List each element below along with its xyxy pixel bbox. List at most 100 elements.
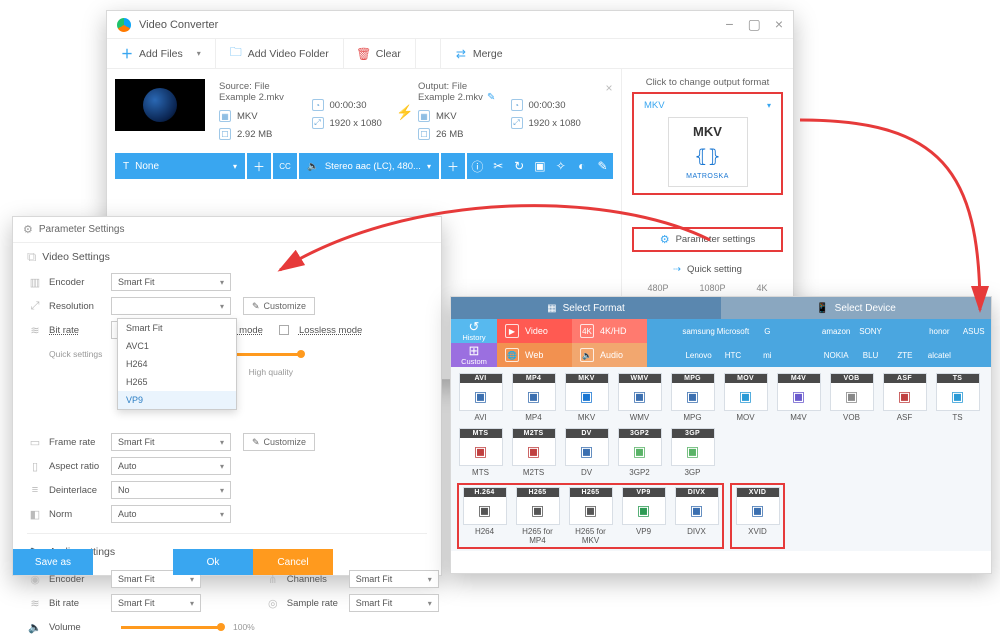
denoise-icon: ◧ bbox=[27, 508, 43, 521]
brand-logo[interactable] bbox=[647, 343, 681, 367]
add-files-button[interactable]: ＋Add Files▾ bbox=[107, 39, 216, 68]
preset-4k[interactable]: 4K bbox=[756, 283, 767, 293]
brand-SONY[interactable]: SONY bbox=[853, 319, 887, 343]
encoder-option[interactable]: H264 bbox=[118, 355, 236, 373]
cat-hd[interactable]: 4K4K/HD bbox=[572, 319, 647, 343]
format-mpg[interactable]: MPG▣MPG bbox=[669, 373, 716, 422]
preset-1080p[interactable]: 1080P bbox=[699, 283, 725, 293]
audio-bitrate-select[interactable]: Smart Fit▾ bbox=[111, 594, 201, 612]
merge-button[interactable]: ⇄Merge bbox=[440, 39, 517, 68]
deinterlace-select[interactable]: No▾ bbox=[111, 481, 231, 499]
encoder-option[interactable]: H265 bbox=[118, 373, 236, 391]
ok-button[interactable]: Ok bbox=[173, 549, 253, 575]
brand-HTC[interactable]: HTC bbox=[716, 343, 750, 367]
tab-select-device[interactable]: 📱Select Device bbox=[721, 297, 991, 319]
history-tab[interactable]: ↺History bbox=[451, 319, 497, 343]
format-mov[interactable]: MOV▣MOV bbox=[722, 373, 769, 422]
encoder-option[interactable]: Smart Fit bbox=[118, 319, 236, 337]
denoise-select[interactable]: Auto▾ bbox=[111, 505, 231, 523]
brand-BLU[interactable]: BLU bbox=[853, 343, 887, 367]
custom-tab[interactable]: ⊞Custom bbox=[451, 343, 497, 367]
brand-alcatel[interactable]: alcatel bbox=[922, 343, 956, 367]
brand-samsung[interactable]: samsung bbox=[681, 319, 715, 343]
format-h264[interactable]: H.264▣H264 bbox=[461, 487, 508, 545]
volume-slider[interactable] bbox=[121, 626, 221, 629]
format-avi[interactable]: AVI▣AVI bbox=[457, 373, 504, 422]
cut-icon[interactable]: ✂ bbox=[488, 159, 509, 173]
cancel-button[interactable]: Cancel bbox=[253, 549, 333, 575]
format-mp4[interactable]: MP4▣MP4 bbox=[510, 373, 557, 422]
brand-mi[interactable]: mi bbox=[750, 343, 784, 367]
video-icon: ⧉ bbox=[27, 249, 36, 265]
thumbnail[interactable] bbox=[115, 79, 205, 131]
format-m2ts[interactable]: M2TS▣M2TS bbox=[510, 428, 557, 477]
format-h265-for-mkv[interactable]: H265▣H265 for MKV bbox=[567, 487, 614, 545]
samplerate-select[interactable]: Smart Fit▾ bbox=[349, 594, 439, 612]
resolution-select[interactable]: ▾ bbox=[111, 297, 231, 315]
format-mts[interactable]: MTS▣MTS bbox=[457, 428, 504, 477]
cat-video[interactable]: ▶Video bbox=[497, 319, 572, 343]
maximize-icon[interactable]: ▢ bbox=[748, 16, 761, 33]
aspect-select[interactable]: Auto▾ bbox=[111, 457, 231, 475]
audio-select[interactable]: 🔈Stereo aac (LC), 480...▾ bbox=[299, 153, 439, 179]
format-3gp[interactable]: 3GP▣3GP bbox=[669, 428, 716, 477]
subtitle-select[interactable]: TNone▾ bbox=[115, 153, 245, 179]
remove-row-icon[interactable]: × bbox=[605, 81, 612, 95]
framerate-select[interactable]: Smart Fit▾ bbox=[111, 433, 231, 451]
brand-Lenovo[interactable]: Lenovo bbox=[681, 343, 715, 367]
cat-web[interactable]: 🌐Web bbox=[497, 343, 572, 367]
format-mkv[interactable]: MKV▣MKV bbox=[563, 373, 610, 422]
format-asf[interactable]: ASF▣ASF bbox=[881, 373, 928, 422]
brand-logo[interactable] bbox=[957, 343, 991, 367]
brand-G[interactable]: G bbox=[750, 319, 784, 343]
format-xvid[interactable]: XVID▣XVID bbox=[734, 487, 781, 545]
clear-button[interactable]: 🗑Clear bbox=[344, 39, 416, 68]
add-folder-button[interactable]: 🗀Add Video Folder bbox=[216, 39, 344, 68]
encoder-select[interactable]: Smart Fit▾ bbox=[111, 273, 231, 291]
save-as-button[interactable]: Save as bbox=[13, 549, 93, 575]
encoder-option[interactable]: AVC1 bbox=[118, 337, 236, 355]
brand-logo[interactable] bbox=[785, 343, 819, 367]
format-vob[interactable]: VOB▣VOB bbox=[828, 373, 875, 422]
preset-480p[interactable]: 480P bbox=[647, 283, 668, 293]
format-dv[interactable]: DV▣DV bbox=[563, 428, 610, 477]
effect-icon[interactable]: ✧ bbox=[550, 159, 571, 173]
format-ts[interactable]: TS▣TS bbox=[934, 373, 981, 422]
customize-button[interactable]: ✎Customize bbox=[243, 297, 315, 315]
add-audio-button[interactable]: ＋ bbox=[441, 153, 465, 179]
lossless-checkbox[interactable] bbox=[279, 325, 289, 335]
close-icon[interactable]: × bbox=[775, 16, 783, 33]
format-h265-for-mp4[interactable]: H265▣H265 for MP4 bbox=[514, 487, 561, 545]
output-column: Output: File Example 2.mkv✎ ▦MKV ☐26 MB bbox=[412, 79, 505, 145]
parameter-settings-link[interactable]: ⚙Parameter settings bbox=[632, 227, 783, 252]
edit-icon[interactable]: ✎ bbox=[487, 92, 495, 103]
tag-icon[interactable]: ✎ bbox=[592, 159, 613, 173]
brand-logo[interactable] bbox=[888, 319, 922, 343]
brand-logo[interactable] bbox=[647, 319, 681, 343]
format-vp9[interactable]: VP9▣VP9 bbox=[620, 487, 667, 545]
tab-select-format[interactable]: ▦Select Format bbox=[451, 297, 721, 319]
output-format-card[interactable]: MKV▾ MKV ⦃⦄ MATROSKA bbox=[632, 92, 783, 195]
cat-audio[interactable]: 🔈Audio bbox=[572, 343, 647, 367]
brand-honor[interactable]: honor bbox=[922, 319, 956, 343]
brand-Microsoft[interactable]: Microsoft bbox=[716, 319, 750, 343]
add-subtitle-button[interactable]: ＋ bbox=[247, 153, 271, 179]
crop-icon[interactable]: ▣ bbox=[530, 159, 551, 173]
brand-NOKIA[interactable]: NOKIA bbox=[819, 343, 853, 367]
format-m4v[interactable]: M4V▣M4V bbox=[775, 373, 822, 422]
customize-button[interactable]: ✎Customize bbox=[243, 433, 315, 451]
format-3gp2[interactable]: 3GP2▣3GP2 bbox=[616, 428, 663, 477]
minimize-icon[interactable]: − bbox=[725, 16, 733, 33]
brand-ASUS[interactable]: ASUS bbox=[957, 319, 991, 343]
brand-ZTE[interactable]: ZTE bbox=[888, 343, 922, 367]
encoder-option-selected[interactable]: VP9 bbox=[118, 391, 236, 409]
info-icon[interactable]: ⓘ bbox=[467, 158, 488, 175]
rotate-icon[interactable]: ↻ bbox=[509, 159, 530, 173]
watermark-icon[interactable]: ◐ bbox=[571, 159, 592, 173]
cc-button[interactable]: CC bbox=[273, 153, 297, 179]
brand-logo[interactable] bbox=[785, 319, 819, 343]
gear-icon: ⚙ bbox=[660, 233, 670, 246]
brand-amazon[interactable]: amazon bbox=[819, 319, 853, 343]
format-wmv[interactable]: WMV▣WMV bbox=[616, 373, 663, 422]
format-divx[interactable]: DIVX▣DIVX bbox=[673, 487, 720, 545]
